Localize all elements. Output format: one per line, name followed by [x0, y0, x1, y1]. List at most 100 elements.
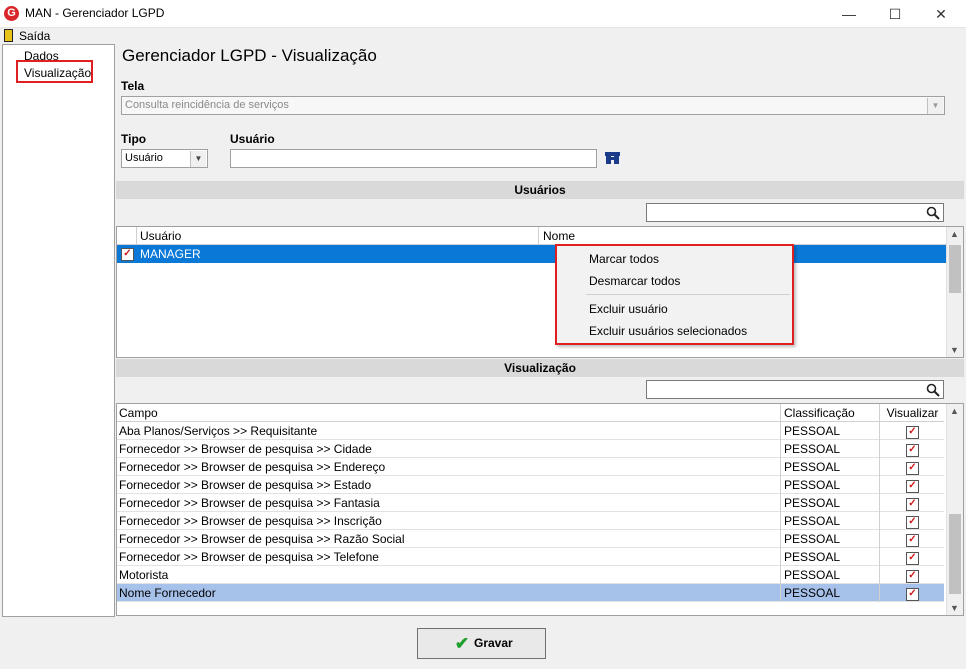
tela-value: Consulta reincidência de serviços: [125, 99, 289, 111]
col-visualizar[interactable]: Visualizar: [879, 404, 945, 422]
visualizar-checkbox[interactable]: ✓: [906, 480, 919, 493]
row-visualizar: ✓: [879, 494, 945, 512]
ctx-desmarcar-todos[interactable]: Desmarcar todos: [589, 274, 680, 288]
usuarios-grid-header: Usuário Nome: [117, 227, 946, 245]
visualizar-checkbox[interactable]: ✓: [906, 444, 919, 457]
scroll-thumb: [949, 514, 961, 594]
scroll-down-icon: ▼: [950, 603, 959, 613]
ctx-excluir-selecionados[interactable]: Excluir usuários selecionados: [589, 324, 747, 338]
table-row[interactable]: Fornecedor >> Browser de pesquisa >> Fan…: [117, 494, 944, 512]
usuario-label: Usuário: [230, 132, 275, 146]
visualizacao-search-input[interactable]: [646, 380, 944, 399]
app-logo-icon: G: [4, 6, 19, 21]
row-campo: Fornecedor >> Browser de pesquisa >> Tel…: [119, 550, 379, 564]
visualizacao-grid-header: Campo Classificação Visualizar: [117, 404, 944, 422]
row-campo: Fornecedor >> Browser de pesquisa >> End…: [119, 460, 386, 474]
chevron-down-icon[interactable]: ▼: [927, 98, 943, 114]
table-row[interactable]: Fornecedor >> Browser de pesquisa >> Est…: [117, 476, 944, 494]
row-visualizar: ✓: [879, 422, 945, 440]
col-campo[interactable]: Campo: [119, 404, 779, 422]
tela-select[interactable]: Consulta reincidência de serviços ▼: [121, 96, 945, 115]
row-classificacao: PESSOAL: [780, 458, 881, 476]
scroll-up-icon: ▲: [950, 229, 959, 239]
visualizar-checkbox[interactable]: ✓: [906, 516, 919, 529]
visualizar-checkbox[interactable]: ✓: [906, 462, 919, 475]
save-label: Gravar: [474, 636, 513, 650]
visualizar-checkbox[interactable]: ✓: [906, 570, 919, 583]
page-title: Gerenciador LGPD - Visualização: [122, 46, 377, 65]
check-icon: ✔: [454, 634, 470, 653]
search-icon[interactable]: [926, 383, 940, 397]
row-campo: Fornecedor >> Browser de pesquisa >> Fan…: [119, 496, 380, 510]
exit-icon[interactable]: [4, 29, 13, 42]
row-visualizar: ✓: [879, 584, 945, 602]
row-visualizar: ✓: [879, 530, 945, 548]
menu-bar: [0, 28, 966, 44]
ctx-marcar-todos[interactable]: Marcar todos: [589, 252, 659, 266]
col-usuario[interactable]: Usuário: [140, 227, 181, 245]
row-campo: Fornecedor >> Browser de pesquisa >> Ins…: [119, 514, 382, 528]
row-classificacao: PESSOAL: [780, 584, 881, 602]
ctx-excluir-usuario[interactable]: Excluir usuário: [589, 302, 668, 316]
tela-label: Tela: [121, 79, 145, 93]
usuarios-search-input[interactable]: [646, 203, 944, 222]
col-nome[interactable]: Nome: [538, 227, 575, 245]
usuarios-scrollbar[interactable]: ▲ ▼: [946, 227, 963, 357]
row-classificacao: PESSOAL: [780, 422, 881, 440]
table-row[interactable]: Fornecedor >> Browser de pesquisa >> End…: [117, 458, 944, 476]
table-row[interactable]: Aba Planos/Serviços >> Requisitante PESSO…: [117, 422, 944, 440]
close-button[interactable]: ✕: [918, 0, 964, 28]
visualizar-checkbox[interactable]: ✓: [906, 426, 919, 439]
scroll-thumb: [949, 245, 961, 293]
row-classificacao: PESSOAL: [780, 440, 881, 458]
row-campo: Fornecedor >> Browser de pesquisa >> Cid…: [119, 442, 372, 456]
visualizar-checkbox[interactable]: ✓: [906, 534, 919, 547]
row-visualizar: ✓: [879, 476, 945, 494]
save-button[interactable]: ✔ Gravar: [417, 628, 546, 659]
tipo-label: Tipo: [121, 132, 147, 146]
row-classificacao: PESSOAL: [780, 530, 881, 548]
table-row[interactable]: ✓ MANAGER: [117, 245, 946, 263]
row-classificacao: PESSOAL: [780, 512, 881, 530]
row-classificacao: PESSOAL: [780, 548, 881, 566]
maximize-button[interactable]: ☐: [872, 0, 918, 28]
search-icon[interactable]: [926, 206, 940, 220]
minimize-button[interactable]: —: [826, 0, 872, 28]
col-classificacao[interactable]: Classificação: [780, 404, 881, 422]
row-visualizar: ✓: [879, 440, 945, 458]
row-visualizar: ✓: [879, 566, 945, 584]
row-campo: Nome Fornecedor: [119, 586, 216, 600]
table-row[interactable]: Motorista PESSOAL ✓: [117, 566, 944, 584]
visualizacao-scrollbar[interactable]: ▲ ▼: [946, 404, 963, 615]
tipo-value: Usuário: [125, 152, 163, 164]
table-row[interactable]: Fornecedor >> Browser de pesquisa >> Cid…: [117, 440, 944, 458]
visualizacao-section-header: Visualização: [116, 359, 964, 377]
row-visualizar: ✓: [879, 512, 945, 530]
row-campo: Aba Planos/Serviços >> Requisitante: [119, 424, 318, 438]
ctx-separator: [586, 294, 790, 295]
row-campo: Fornecedor >> Browser de pesquisa >> Est…: [119, 478, 372, 492]
table-row[interactable]: Fornecedor >> Browser de pesquisa >> Ins…: [117, 512, 944, 530]
row-visualizar: ✓: [879, 458, 945, 476]
table-row[interactable]: Fornecedor >> Browser de pesquisa >> Tel…: [117, 548, 944, 566]
binoculars-icon[interactable]: [604, 151, 621, 166]
row-campo: Motorista: [119, 568, 169, 582]
scroll-up-icon: ▲: [950, 406, 959, 416]
chevron-down-icon[interactable]: ▼: [190, 151, 206, 167]
usuarios-section-header: Usuários: [116, 181, 964, 199]
row-classificacao: PESSOAL: [780, 476, 881, 494]
row-usuario: MANAGER: [140, 247, 201, 261]
table-row[interactable]: Fornecedor >> Browser de pesquisa >> Raz…: [117, 530, 944, 548]
row-classificacao: PESSOAL: [780, 566, 881, 584]
navigation-tree: [2, 44, 115, 617]
usuario-input[interactable]: [230, 149, 597, 168]
menu-exit[interactable]: Saída: [19, 29, 50, 43]
row-campo: Fornecedor >> Browser de pesquisa >> Raz…: [119, 532, 405, 546]
table-row[interactable]: Nome Fornecedor PESSOAL ✓: [117, 584, 944, 602]
visualizar-checkbox[interactable]: ✓: [906, 588, 919, 601]
visualizar-checkbox[interactable]: ✓: [906, 498, 919, 511]
visualizar-checkbox[interactable]: ✓: [906, 552, 919, 565]
row-classificacao: PESSOAL: [780, 494, 881, 512]
row-checkbox[interactable]: ✓: [121, 248, 134, 261]
tipo-select[interactable]: Usuário ▼: [121, 149, 208, 168]
